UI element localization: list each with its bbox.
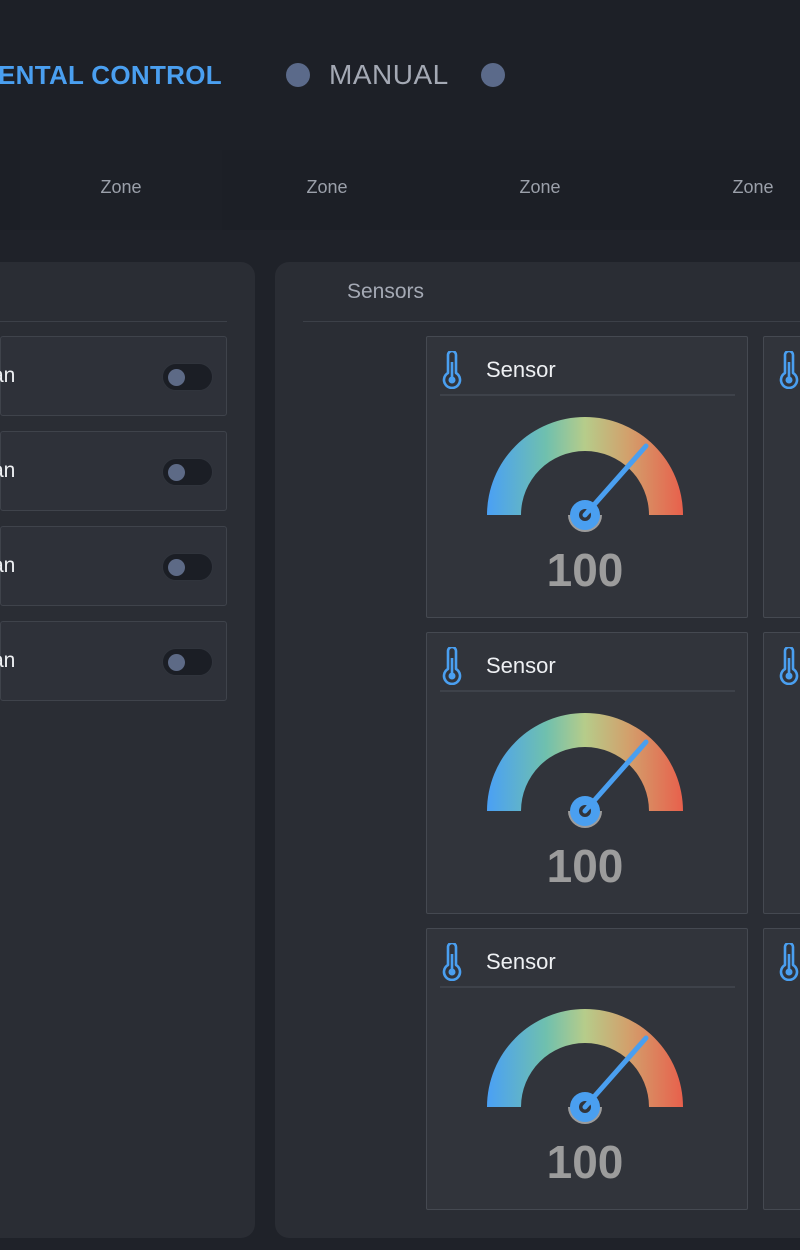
sensor-card-partial[interactable] <box>763 632 800 914</box>
zone-tab-label: Zone <box>100 177 142 197</box>
sensor-card[interactable]: Sensor 100 <box>426 632 748 914</box>
gauge <box>487 713 683 828</box>
fan-label: an <box>0 364 16 387</box>
thermometer-icon <box>442 351 462 389</box>
thermometer-icon <box>779 647 799 685</box>
page-title: ENTAL CONTROL <box>0 60 222 90</box>
gauge <box>487 417 683 532</box>
panel-divider <box>303 321 800 322</box>
fan-label: an <box>0 554 16 577</box>
toggle-knob <box>168 369 185 386</box>
sensor-title: Sensor <box>486 357 556 382</box>
thermometer-icon <box>779 351 799 389</box>
fan-toggle[interactable] <box>162 553 213 581</box>
fan-label: an <box>0 649 16 672</box>
toggle-knob <box>168 464 185 481</box>
zone-tabs: Zone Zone Zone Zone <box>0 150 800 230</box>
thermometer-icon <box>779 943 799 981</box>
zone-tab[interactable]: Zone <box>226 150 428 230</box>
thermometer-icon <box>442 943 462 981</box>
sensors-panel: Sensors Sensor 100 Sensor 100 Sensor 100 <box>275 262 800 1238</box>
mode-indicator-left[interactable] <box>286 63 310 87</box>
card-divider <box>440 986 735 988</box>
fan-row: an <box>0 526 227 606</box>
gauge <box>487 1009 683 1124</box>
fan-row: an <box>0 336 227 416</box>
toggle-knob <box>168 654 185 671</box>
sensor-card-partial[interactable] <box>763 928 800 1210</box>
mode-label: MANUAL <box>329 59 449 90</box>
sensor-value: 100 <box>546 1136 624 1188</box>
sensor-card[interactable]: Sensor 100 <box>426 928 748 1210</box>
sensor-card[interactable]: Sensor 100 <box>426 336 748 618</box>
card-divider <box>440 394 735 396</box>
mode-indicator-right[interactable] <box>481 63 505 87</box>
sensor-value: 100 <box>546 840 624 892</box>
panel-divider <box>0 321 227 322</box>
zone-tab[interactable]: Zone <box>439 150 641 230</box>
zone-tab[interactable]: Zone <box>20 150 222 230</box>
thermometer-icon <box>442 647 462 685</box>
fan-toggle[interactable] <box>162 458 213 486</box>
sensor-title: Sensor <box>486 653 556 678</box>
fan-toggle[interactable] <box>162 363 213 391</box>
fan-row: an <box>0 431 227 511</box>
toggle-knob <box>168 559 185 576</box>
card-divider <box>440 690 735 692</box>
zone-tab-label: Zone <box>519 177 561 197</box>
sensor-value: 100 <box>546 544 624 596</box>
sensors-panel-title: Sensors <box>347 280 425 303</box>
zone-tab-label: Zone <box>306 177 348 197</box>
fans-panel: an an an an <box>0 262 255 1238</box>
zone-tab[interactable]: Zone <box>652 150 800 230</box>
fan-toggle[interactable] <box>162 648 213 676</box>
fan-row: an <box>0 621 227 701</box>
zone-tab-label: Zone <box>732 177 774 197</box>
sensor-card-partial[interactable] <box>763 336 800 618</box>
sensor-title: Sensor <box>486 949 556 974</box>
fan-label: an <box>0 459 16 482</box>
header: ENTAL CONTROL MANUAL <box>0 0 800 150</box>
